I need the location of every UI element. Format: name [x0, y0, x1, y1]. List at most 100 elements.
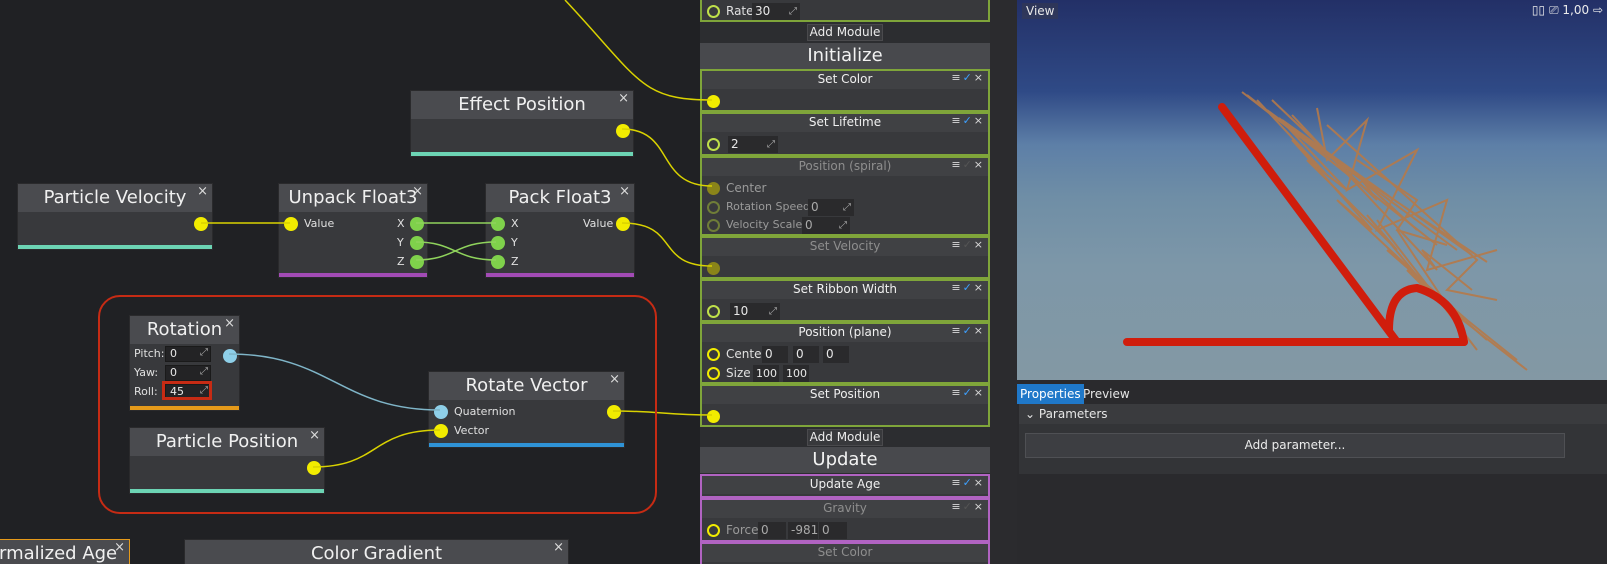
pitch-field[interactable]: 0 ⤢ [165, 346, 211, 362]
enabled-check-icon[interactable]: ✓ [963, 386, 974, 399]
drag-icon[interactable]: ⤢ [200, 384, 208, 398]
close-icon[interactable]: × [974, 238, 985, 251]
input-pin-y[interactable] [491, 236, 505, 250]
enabled-check-icon[interactable]: ✓ [963, 281, 974, 294]
node-title[interactable]: Pack Float3 [486, 184, 634, 212]
output-pin-y[interactable] [410, 236, 424, 250]
module-set-ribbon-width[interactable]: Set Ribbon Width ≡✓× 10 ⤢ [700, 279, 990, 322]
input-pin[interactable] [707, 305, 720, 318]
panel-splitter[interactable] [990, 0, 1017, 564]
module-position-spiral[interactable]: Position (spiral) ≡✓× Center Rotation Sp… [700, 156, 990, 236]
drag-icon[interactable]: ⤢ [789, 3, 797, 20]
node-title[interactable]: Particle Position [130, 428, 324, 456]
module-position-plane[interactable]: Position (plane) ≡✓× Center 0 0 0 Size 1… [700, 322, 990, 384]
menu-icon[interactable]: ≡ [951, 114, 962, 127]
close-icon[interactable]: × [974, 476, 985, 489]
output-pin[interactable] [194, 217, 208, 231]
drag-icon[interactable]: ⤢ [200, 365, 208, 379]
close-icon[interactable]: × [114, 540, 125, 555]
module-set-color[interactable]: Set Color ≡✓× [700, 69, 990, 112]
rotation-speed-field[interactable]: 0 ⤢ [808, 199, 854, 216]
parameters-group-header[interactable]: ⌄ Parameters [1019, 404, 1607, 424]
close-icon[interactable]: × [609, 372, 620, 387]
input-pin[interactable] [707, 201, 720, 214]
node-title[interactable]: Color Gradient [185, 540, 568, 564]
enabled-check-icon[interactable]: ✓ [963, 476, 974, 489]
roll-field[interactable]: 45 ⤢ [165, 384, 211, 400]
close-icon[interactable]: × [974, 71, 985, 84]
menu-icon[interactable]: ≡ [951, 281, 962, 294]
yaw-field[interactable]: 0 ⤢ [165, 365, 211, 381]
close-icon[interactable]: × [974, 324, 985, 337]
menu-icon[interactable]: ≡ [951, 238, 962, 251]
output-pin[interactable] [307, 461, 321, 475]
close-icon[interactable]: × [619, 184, 630, 199]
rotate-vector-node[interactable]: Rotate Vector × Quaternion Vector [428, 371, 625, 448]
input-pin-vector[interactable] [434, 424, 448, 438]
drag-icon[interactable]: ⤢ [769, 303, 777, 320]
module-set-lifetime[interactable]: Set Lifetime ≡✓× 2 ⤢ [700, 112, 990, 156]
particle-position-node[interactable]: Particle Position × [129, 427, 325, 494]
center-y-field[interactable]: 0 [793, 346, 819, 363]
menu-icon[interactable]: ≡ [951, 500, 962, 513]
node-graph-canvas[interactable]: Effect Position × Particle Velocity × Un… [0, 0, 720, 564]
close-icon[interactable]: × [618, 91, 629, 106]
input-pin-center[interactable] [707, 348, 720, 361]
module-set-velocity[interactable]: Set Velocity ≡✓× [700, 236, 990, 279]
add-module-button[interactable]: Add Module [807, 429, 883, 446]
enabled-check-icon[interactable]: ✓ [963, 71, 974, 84]
center-z-field[interactable]: 0 [823, 346, 849, 363]
input-pin-value[interactable] [284, 217, 298, 231]
node-title[interactable]: Effect Position [411, 91, 633, 119]
drag-icon[interactable]: ⤢ [200, 346, 208, 360]
input-pin[interactable] [707, 410, 720, 423]
output-pin-x[interactable] [410, 217, 424, 231]
close-icon[interactable]: × [309, 428, 320, 443]
close-icon[interactable]: × [974, 114, 985, 127]
node-title[interactable]: Unpack Float3 [279, 184, 427, 212]
close-icon[interactable]: × [197, 184, 208, 199]
output-pin[interactable] [616, 124, 630, 138]
close-icon[interactable]: × [553, 540, 564, 555]
output-pin[interactable] [607, 405, 621, 419]
enabled-check-icon[interactable]: ✓ [963, 238, 974, 251]
velocity-scale-field[interactable]: 0 ⤢ [802, 217, 850, 234]
ribbon-width-field[interactable]: 10 ⤢ [730, 303, 780, 320]
rate-field[interactable]: 30 ⤢ [752, 3, 800, 20]
module-update-set-color[interactable]: Set Color [700, 542, 990, 564]
center-x-field[interactable]: 0 [762, 346, 788, 363]
drag-icon[interactable]: ⤢ [839, 217, 847, 234]
module-spawn-rate[interactable]: Rate 30 ⤢ [700, 0, 990, 22]
force-x-field[interactable]: 0 [758, 522, 786, 539]
normalized-age-node[interactable]: rmalized Age × [0, 539, 130, 564]
force-y-field[interactable]: -981 [788, 522, 818, 539]
enabled-check-icon[interactable]: ✓ [963, 500, 974, 513]
tab-properties[interactable]: Properties [1017, 384, 1084, 404]
input-pin-z[interactable] [491, 255, 505, 269]
node-title[interactable]: Rotation [130, 316, 239, 344]
output-pin-quaternion[interactable] [223, 349, 237, 363]
expand-icon[interactable]: ⇨ [1593, 3, 1603, 17]
input-pin[interactable] [707, 219, 720, 232]
module-update-age[interactable]: Update Age ≡✓× [700, 474, 990, 498]
close-icon[interactable]: × [224, 316, 235, 331]
enabled-check-icon[interactable]: ✓ [963, 324, 974, 337]
input-pin-center[interactable] [707, 182, 720, 195]
menu-icon[interactable]: ≡ [951, 476, 962, 489]
input-pin-force[interactable] [707, 524, 720, 537]
input-pin-quaternion[interactable] [434, 405, 448, 419]
add-module-button[interactable]: Add Module [807, 24, 883, 41]
input-pin-x[interactable] [491, 217, 505, 231]
close-icon[interactable]: × [412, 184, 423, 199]
input-pin[interactable] [707, 138, 720, 151]
effect-position-node[interactable]: Effect Position × [410, 90, 634, 157]
pack-float3-node[interactable]: Pack Float3 × X Y Z Value [485, 183, 635, 278]
menu-icon[interactable]: ≡ [951, 324, 962, 337]
input-pin-size[interactable] [707, 367, 720, 380]
menu-icon[interactable]: ≡ [951, 158, 962, 171]
module-gravity[interactable]: Gravity ≡✓× Force 0 -981 0 [700, 498, 990, 542]
menu-icon[interactable]: ≡ [951, 386, 962, 399]
node-title[interactable]: rmalized Age [0, 540, 129, 564]
camera-icon[interactable]: ⎚ [1549, 3, 1559, 17]
close-icon[interactable]: × [974, 386, 985, 399]
